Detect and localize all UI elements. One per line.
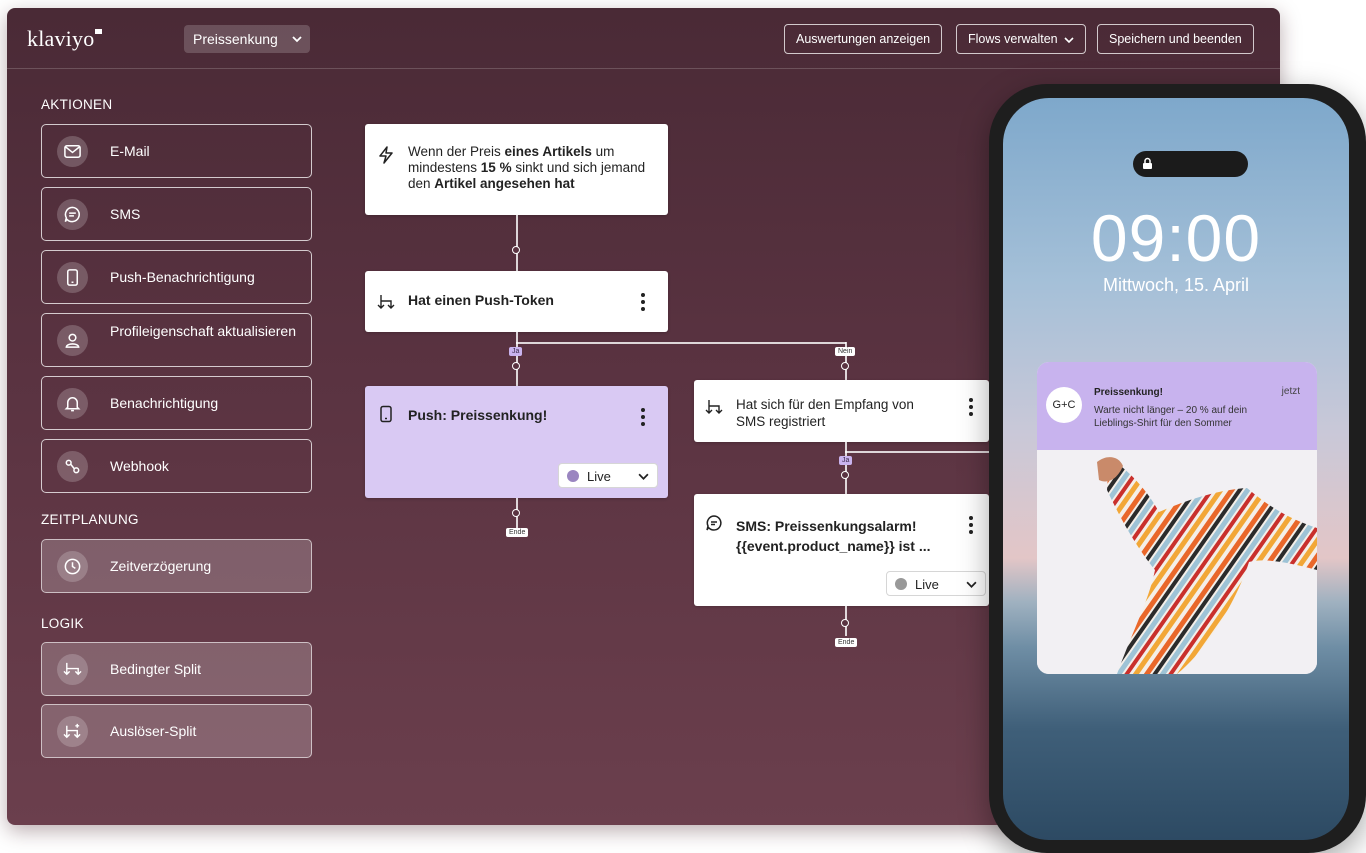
app-avatar: G+C bbox=[1046, 387, 1082, 423]
connector-node bbox=[841, 362, 849, 370]
more-icon[interactable] bbox=[641, 408, 645, 429]
save-exit-button[interactable]: Speichern und beenden bbox=[1097, 24, 1254, 54]
more-icon[interactable] bbox=[969, 516, 973, 537]
action-email[interactable]: E-Mail bbox=[41, 124, 312, 178]
connector bbox=[516, 332, 518, 386]
striped-shirt-image bbox=[1097, 457, 1317, 674]
phone-icon bbox=[380, 405, 392, 423]
connector bbox=[516, 342, 846, 344]
action-label: Push-Benachrichtigung bbox=[110, 269, 255, 285]
lightning-icon bbox=[379, 146, 393, 164]
webhook-icon bbox=[57, 451, 88, 482]
trigger-split-icon bbox=[57, 716, 88, 747]
end-tag: Ende bbox=[506, 528, 529, 537]
push-token-card[interactable]: Hat einen Push-Token bbox=[365, 271, 668, 332]
check-circle-icon bbox=[567, 470, 579, 482]
clock-icon bbox=[57, 551, 88, 582]
split-icon bbox=[705, 400, 723, 414]
status-select[interactable]: Live bbox=[886, 571, 986, 596]
top-bar: klaviyo Preissenkung Auswertungen anzeig… bbox=[7, 8, 1280, 69]
connector-node bbox=[512, 246, 520, 254]
action-webhook[interactable]: Webhook bbox=[41, 439, 312, 493]
notification-title: Preissenkung! bbox=[1094, 387, 1163, 398]
chat-icon bbox=[57, 199, 88, 230]
lock-icon bbox=[1143, 157, 1152, 169]
sms-check-label: Hat sich für den Empfang von SMS registr… bbox=[736, 397, 914, 429]
product-image bbox=[1037, 450, 1317, 674]
action-label: Benachrichtigung bbox=[110, 395, 219, 411]
stage: klaviyo Preissenkung Auswertungen anzeig… bbox=[0, 0, 1366, 853]
check-circle-icon bbox=[895, 578, 907, 590]
push-action-card[interactable]: Push: Preissenkung! Live bbox=[365, 386, 668, 498]
chevron-down-icon bbox=[966, 581, 977, 588]
notification-time: jetzt bbox=[1281, 386, 1300, 397]
action-push[interactable]: Push-Benachrichtigung bbox=[41, 250, 312, 304]
flow-selector[interactable]: Preissenkung bbox=[184, 25, 310, 53]
connector bbox=[845, 451, 990, 453]
section-logic: LOGIK bbox=[41, 616, 84, 631]
section-actions: AKTIONEN bbox=[41, 97, 113, 112]
logic-label: Auslöser-Split bbox=[110, 723, 197, 739]
lock-date: Mittwoch, 15. April bbox=[1102, 275, 1250, 295]
split-icon bbox=[57, 654, 88, 685]
manage-flows-button[interactable]: Flows verwalten bbox=[956, 24, 1086, 54]
chevron-down-icon bbox=[1064, 37, 1074, 43]
action-label: SMS bbox=[110, 206, 141, 222]
timing-label: Zeitverzögerung bbox=[110, 558, 212, 574]
action-profile-update[interactable]: Profileigenschaft aktualisieren bbox=[41, 313, 312, 367]
lock-clock: 09:00 bbox=[1090, 201, 1262, 275]
action-label: E-Mail bbox=[110, 143, 150, 159]
person-icon bbox=[57, 325, 88, 356]
push-action-label: Push: Preissenkung! bbox=[408, 407, 548, 423]
connector-node bbox=[841, 471, 849, 479]
reports-button[interactable]: Auswertungen anzeigen bbox=[784, 24, 943, 54]
logic-label: Bedingter Split bbox=[110, 661, 202, 677]
phone-mockup: 09:00 Mittwoch, 15. April G+C Preissenku… bbox=[989, 84, 1366, 853]
logo: klaviyo bbox=[27, 26, 103, 52]
mail-icon bbox=[57, 136, 88, 167]
timing-delay[interactable]: Zeitverzögerung bbox=[41, 539, 312, 593]
action-label: Webhook bbox=[110, 458, 169, 474]
sms-action-label: SMS: Preissenkungsalarm! {{event.product… bbox=[736, 518, 931, 554]
sms-check-card[interactable]: Hat sich für den Empfang von SMS registr… bbox=[694, 380, 989, 442]
bell-icon bbox=[57, 388, 88, 419]
chevron-down-icon bbox=[292, 36, 302, 43]
lock-screen: 09:00 Mittwoch, 15. April G+C Preissenku… bbox=[1003, 98, 1349, 840]
more-icon[interactable] bbox=[969, 398, 973, 419]
section-timing: ZEITPLANUNG bbox=[41, 512, 139, 527]
connector bbox=[516, 215, 518, 272]
logic-trigger-split[interactable]: Auslöser-Split bbox=[41, 704, 312, 758]
push-notification[interactable]: G+C Preissenkung! jetzt Warte nicht läng… bbox=[1037, 362, 1317, 674]
notification-header: G+C Preissenkung! jetzt Warte nicht läng… bbox=[1037, 362, 1317, 450]
trigger-text: Wenn der Preis eines Artikels um mindest… bbox=[408, 144, 646, 191]
status-select[interactable]: Live bbox=[558, 463, 658, 488]
logic-conditional-split[interactable]: Bedingter Split bbox=[41, 642, 312, 696]
action-notification[interactable]: Benachrichtigung bbox=[41, 376, 312, 430]
more-icon[interactable] bbox=[641, 293, 645, 314]
phone-icon bbox=[57, 262, 88, 293]
push-token-label: Hat einen Push-Token bbox=[408, 292, 554, 308]
dynamic-island bbox=[1133, 151, 1248, 177]
end-tag: Ende bbox=[835, 638, 858, 647]
yes-tag: Ja bbox=[839, 456, 853, 465]
connector-node bbox=[841, 619, 849, 627]
action-label: Profileigenschaft aktualisieren bbox=[110, 323, 296, 339]
connector bbox=[845, 442, 847, 494]
flow-selector-label: Preissenkung bbox=[193, 31, 278, 47]
action-sms[interactable]: SMS bbox=[41, 187, 312, 241]
yes-tag: Ja bbox=[509, 347, 523, 356]
no-tag: Nein bbox=[835, 347, 856, 356]
chat-icon bbox=[706, 515, 722, 531]
connector-node bbox=[512, 509, 520, 517]
sms-action-card[interactable]: SMS: Preissenkungsalarm! {{event.product… bbox=[694, 494, 989, 606]
trigger-card[interactable]: Wenn der Preis eines Artikels um mindest… bbox=[365, 124, 668, 215]
connector-node bbox=[512, 362, 520, 370]
chevron-down-icon bbox=[638, 473, 649, 480]
split-icon bbox=[377, 295, 395, 309]
notification-body: Warte nicht länger – 20 % auf dein Liebl… bbox=[1094, 405, 1248, 429]
